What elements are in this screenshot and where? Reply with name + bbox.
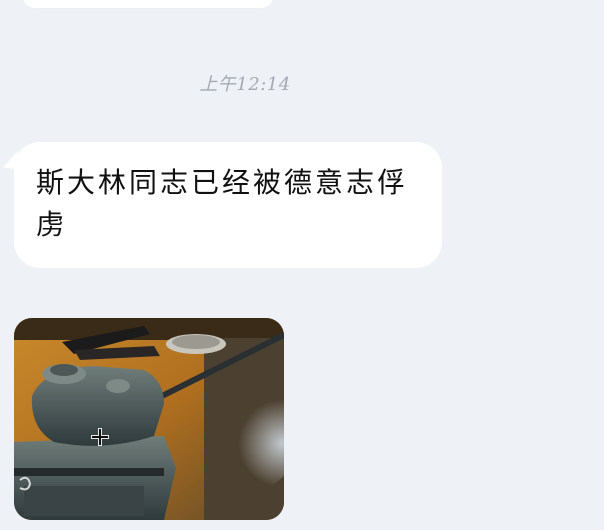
image-message[interactable] bbox=[14, 318, 284, 520]
previous-message-bubble[interactable] bbox=[22, 0, 274, 8]
tank-model-photo bbox=[14, 318, 284, 520]
text-message-bubble[interactable]: 斯大林同志已经被德意志俘虏 bbox=[14, 142, 442, 268]
message-timestamp: 上午12:14 bbox=[199, 74, 291, 95]
chat-area[interactable]: 上午12:14 斯大林同志已经被德意志俘虏 bbox=[0, 0, 604, 530]
message-text: 斯大林同志已经被德意志俘虏 bbox=[36, 166, 409, 241]
